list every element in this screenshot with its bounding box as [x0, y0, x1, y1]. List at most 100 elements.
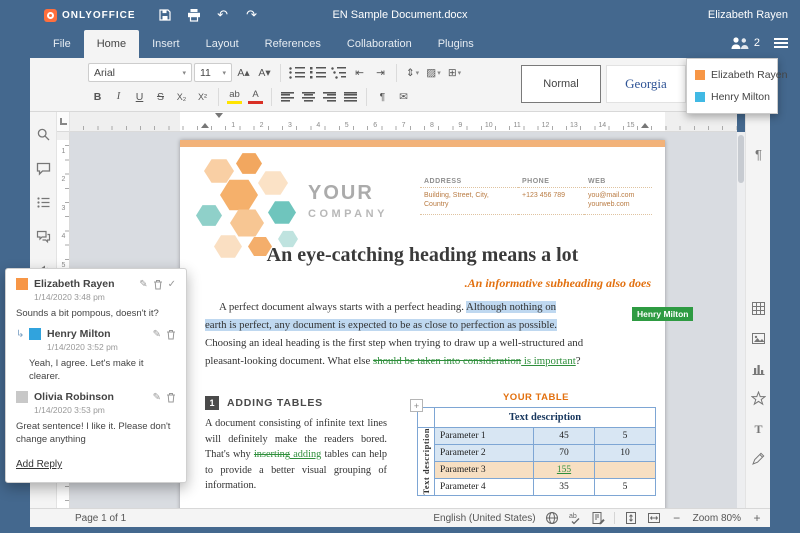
- delete-comment-icon[interactable]: [166, 329, 176, 340]
- vertical-scrollbar[interactable]: [737, 132, 745, 508]
- users-icon: [731, 37, 749, 49]
- ruler-number: 8: [429, 122, 434, 129]
- comments-button[interactable]: [35, 160, 52, 177]
- style-normal[interactable]: Normal: [521, 65, 601, 103]
- company-name-top: YOUR: [308, 182, 374, 204]
- align-right-button[interactable]: [320, 87, 339, 106]
- first-line-indent-marker[interactable]: [215, 113, 223, 118]
- fit-width-icon: [647, 513, 660, 523]
- numbered-list-button[interactable]: [308, 63, 327, 82]
- fit-width-button[interactable]: [647, 511, 661, 525]
- shape-settings-button[interactable]: [750, 390, 767, 407]
- left-indent-marker[interactable]: [201, 123, 209, 128]
- align-left-icon: [281, 91, 294, 102]
- collab-user-row[interactable]: Elizabeth Rayen: [687, 64, 787, 86]
- edit-comment-icon[interactable]: ✎: [153, 392, 161, 403]
- font-size-select[interactable]: 11 ▾: [194, 63, 232, 82]
- tab-references[interactable]: References: [252, 30, 334, 58]
- table-side-label-cell: Text description: [418, 428, 435, 496]
- add-reply-link[interactable]: Add Reply: [16, 459, 62, 470]
- undo-button[interactable]: ↶: [214, 6, 232, 24]
- signature-settings-button[interactable]: [750, 450, 767, 467]
- table-move-handle[interactable]: +: [410, 399, 423, 412]
- hamburger-menu-icon[interactable]: [774, 38, 788, 48]
- increase-indent-button[interactable]: ⇥: [371, 63, 390, 82]
- tab-home[interactable]: Home: [83, 30, 140, 58]
- paragraph-settings-button[interactable]: ¶: [750, 146, 767, 163]
- company-name: YOUR COMPANY: [308, 182, 388, 220]
- increment-font-button[interactable]: A▴: [234, 63, 253, 82]
- chevron-down-icon: ▾: [222, 69, 226, 77]
- spellcheck-button[interactable]: ab: [568, 511, 582, 525]
- decrement-font-button[interactable]: A▾: [255, 63, 274, 82]
- decrease-indent-button[interactable]: ⇤: [350, 63, 369, 82]
- tab-layout[interactable]: Layout: [193, 30, 252, 58]
- line-spacing-icon: ⇕: [405, 66, 415, 79]
- print-button[interactable]: [185, 6, 203, 24]
- right-sidebar: ¶ T: [745, 112, 770, 508]
- superscript-button[interactable]: X²: [193, 87, 212, 106]
- image-settings-button[interactable]: [750, 330, 767, 347]
- italic-button[interactable]: I: [109, 87, 128, 106]
- align-center-button[interactable]: [299, 87, 318, 106]
- data-table[interactable]: Text description Text description Parame…: [417, 407, 656, 496]
- search-icon: [37, 128, 49, 141]
- tab-file[interactable]: File: [40, 30, 84, 58]
- collab-count: 2: [753, 37, 760, 49]
- font-name-select[interactable]: Arial ▾: [88, 63, 192, 82]
- delete-comment-icon[interactable]: [153, 279, 163, 290]
- table-settings-button[interactable]: [750, 300, 767, 317]
- bold-button[interactable]: B: [88, 87, 107, 106]
- signature-pen-icon: [752, 452, 765, 465]
- edit-comment-icon[interactable]: ✎: [139, 279, 147, 290]
- shape-star-icon: [751, 391, 766, 406]
- delete-comment-icon[interactable]: [166, 392, 176, 403]
- borders-icon: ⊞: [447, 66, 457, 79]
- table-caption: YOUR TABLE: [502, 392, 570, 403]
- set-language-button[interactable]: [545, 511, 559, 525]
- language-selector[interactable]: English (United States): [433, 513, 535, 524]
- tab-stop-selector[interactable]: [57, 112, 70, 132]
- subscript-button[interactable]: X₂: [172, 87, 191, 106]
- right-indent-marker[interactable]: [641, 123, 649, 128]
- fit-page-button[interactable]: [624, 511, 638, 525]
- underline-button[interactable]: U: [130, 87, 149, 106]
- chat-button[interactable]: [35, 228, 52, 245]
- chart-settings-button[interactable]: [750, 360, 767, 377]
- zoom-out-button[interactable]: −: [670, 511, 684, 525]
- style-georgia[interactable]: Georgia: [606, 65, 686, 103]
- align-left-button[interactable]: [278, 87, 297, 106]
- svg-text:ab: ab: [569, 513, 577, 520]
- tab-plugins[interactable]: Plugins: [425, 30, 487, 58]
- bullet-list-button[interactable]: [287, 63, 306, 82]
- strikethrough-button[interactable]: S: [151, 87, 170, 106]
- ruler-number: 7: [401, 122, 406, 129]
- save-button[interactable]: [156, 6, 174, 24]
- align-justify-button[interactable]: [341, 87, 360, 106]
- textart-settings-button[interactable]: T: [750, 420, 767, 437]
- paragraph-shading-button[interactable]: ▨ ▾: [424, 63, 443, 82]
- nonprinting-characters-button[interactable]: ¶: [373, 87, 392, 106]
- redo-button[interactable]: ↷: [243, 6, 261, 24]
- document-page[interactable]: YOUR COMPANY ADDRESS PHONE WEB Building,…: [180, 140, 694, 508]
- tab-collaboration[interactable]: Collaboration: [334, 30, 425, 58]
- search-button[interactable]: [35, 126, 52, 143]
- borders-button[interactable]: ⊞ ▾: [445, 63, 464, 82]
- contact-info-table: ADDRESS PHONE WEB Building, Street, City…: [420, 176, 652, 215]
- collaboration-users-button[interactable]: 2: [730, 36, 760, 50]
- navigation-button[interactable]: [35, 194, 52, 211]
- tab-insert[interactable]: Insert: [139, 30, 193, 58]
- multilevel-list-button[interactable]: [329, 63, 348, 82]
- mail-merge-button[interactable]: ✉: [394, 87, 413, 106]
- comment-date: 1/14/2020 3:48 pm: [34, 292, 105, 302]
- contact-value: Building, Street, City, Country: [420, 188, 518, 215]
- line-spacing-button[interactable]: ⇕ ▾: [403, 63, 422, 82]
- collab-user-row[interactable]: Henry Milton: [687, 86, 777, 108]
- highlight-color-button[interactable]: ab: [225, 87, 244, 106]
- scrollbar-thumb[interactable]: [738, 135, 744, 183]
- resolve-comment-icon[interactable]: ✓: [168, 279, 176, 290]
- font-color-button[interactable]: A: [246, 87, 265, 106]
- edit-comment-icon[interactable]: ✎: [153, 329, 161, 340]
- track-changes-button[interactable]: [591, 511, 605, 525]
- zoom-in-button[interactable]: +: [750, 511, 764, 525]
